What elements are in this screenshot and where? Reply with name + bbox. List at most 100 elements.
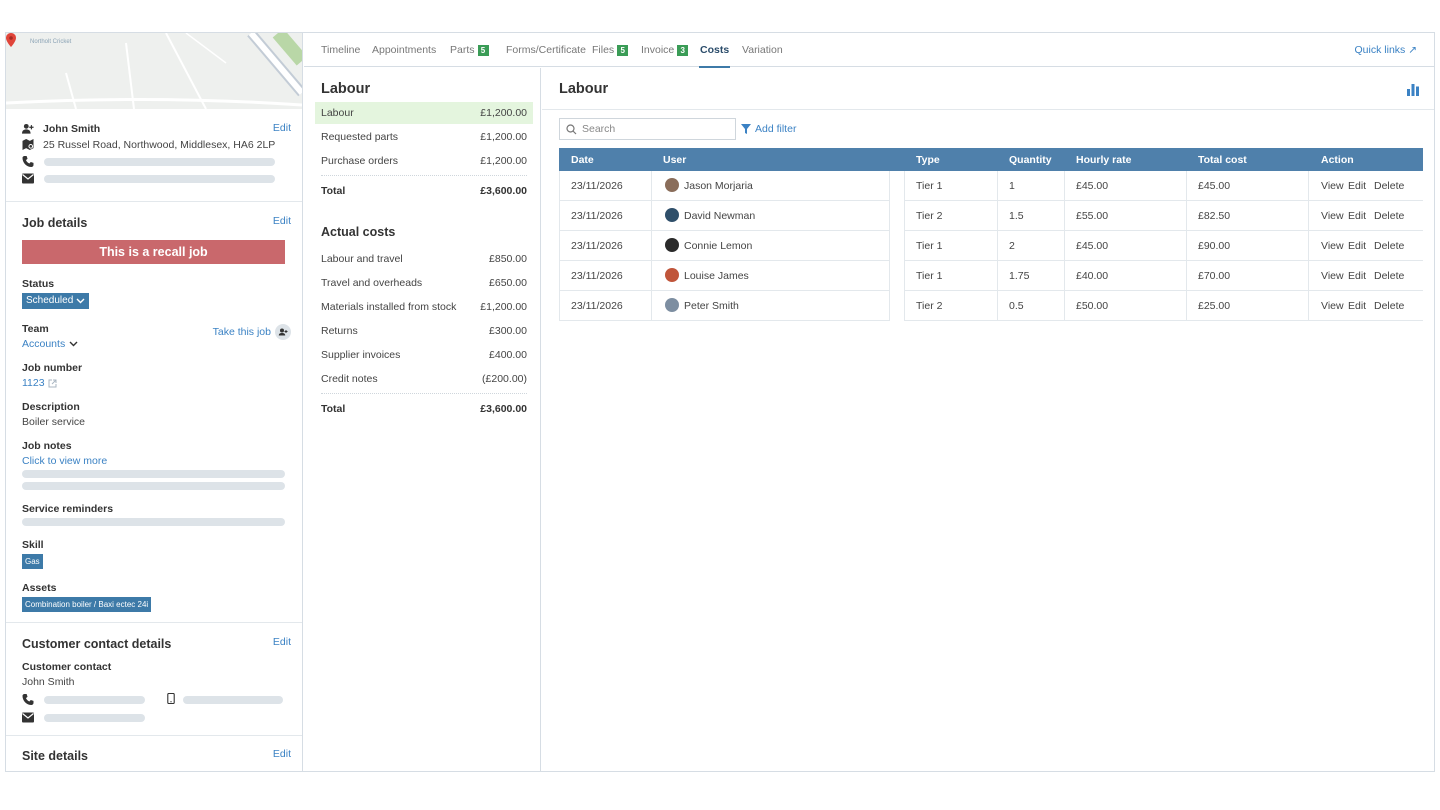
search-icon (566, 124, 577, 135)
email-placeholder (44, 175, 275, 183)
tab-label: Forms/Certificate (506, 44, 586, 56)
table-row[interactable]: 23/11/2026 Peter Smith Tier 2 0.5 £50.00… (559, 291, 1423, 321)
summary-row-requested-parts[interactable]: Requested parts £1,200.00 (315, 126, 533, 148)
external-link-icon (48, 379, 57, 387)
column-header-type[interactable]: Type (916, 154, 940, 166)
summary-row-value: £1,200.00 (480, 131, 527, 143)
site-details-section: Site details Edit (6, 735, 302, 771)
actual-total-value: £3,600.00 (480, 403, 527, 415)
avatar (665, 268, 679, 282)
phone-icon (22, 694, 34, 705)
tab-invoice[interactable]: Invoice 3 (641, 44, 689, 56)
asset-tag[interactable]: Combination boiler / Baxi ectec 24i (22, 597, 152, 612)
take-job-button[interactable]: Take this job (213, 324, 291, 340)
row-quantity: 1.5 (1009, 210, 1024, 222)
app-frame: Northolt Cricket John Smith Edit 25 Russ… (5, 32, 1435, 772)
quick-links-button[interactable]: Quick links ↗ (1355, 44, 1417, 56)
column-header-quantity[interactable]: Quantity (1009, 154, 1052, 166)
delete-link[interactable]: Delete (1374, 240, 1404, 252)
summary-row-labour[interactable]: Labour £1,200.00 (315, 102, 533, 124)
table-row[interactable]: 23/11/2026 Connie Lemon Tier 1 2 £45.00 … (559, 231, 1423, 261)
tab-label: Costs (700, 44, 730, 56)
tab-costs[interactable]: Costs (700, 44, 729, 56)
row-hourly-rate: £55.00 (1076, 210, 1109, 222)
take-job-label: Take this job (212, 326, 271, 338)
summary-row-purchase-orders[interactable]: Purchase orders £1,200.00 (315, 150, 533, 172)
view-link[interactable]: View (1321, 300, 1344, 312)
row-total-cost: £25.00 (1198, 300, 1231, 312)
customer-contact-edit-link[interactable]: Edit (273, 636, 291, 648)
delete-link[interactable]: Delete (1374, 300, 1404, 312)
contact-edit-link[interactable]: Edit (273, 122, 291, 134)
edit-link[interactable]: Edit (1348, 210, 1366, 222)
customer-contact-label: Customer contact (22, 661, 112, 673)
summary-row-label: Labour (321, 107, 354, 119)
view-link[interactable]: View (1321, 210, 1344, 222)
table-row[interactable]: 23/11/2026 David Newman Tier 2 1.5 £55.0… (559, 201, 1423, 231)
delete-link[interactable]: Delete (1374, 270, 1404, 282)
summary-total-value: £3,600.00 (480, 185, 527, 197)
map-pin-icon[interactable] (6, 33, 16, 47)
actual-row-label: Supplier invoices (321, 349, 401, 361)
divider (321, 393, 527, 394)
row-total-cost: £82.50 (1198, 210, 1231, 222)
actual-row[interactable]: Materials installed from stock £1,200.00 (315, 296, 533, 318)
customer-phone-placeholder (44, 696, 145, 704)
job-number-link[interactable]: 1123 (22, 377, 57, 389)
divider (321, 175, 527, 176)
summary-row-label: Requested parts (321, 131, 399, 143)
edit-link[interactable]: Edit (1348, 270, 1366, 282)
tab-timeline[interactable]: Timeline (321, 44, 360, 56)
actual-total-row: Total £3,600.00 (315, 398, 533, 420)
column-header-total-cost[interactable]: Total cost (1198, 154, 1247, 166)
chevron-down-icon (69, 341, 78, 347)
bar-chart-icon[interactable] (1406, 82, 1420, 96)
view-link[interactable]: View (1321, 270, 1344, 282)
map-place-label: Northolt Cricket (30, 39, 72, 45)
add-user-icon (22, 123, 34, 134)
phone-placeholder (44, 158, 275, 166)
tab-files[interactable]: Files 5 (592, 44, 629, 56)
delete-link[interactable]: Delete (1374, 210, 1404, 222)
actual-row[interactable]: Labour and travel £850.00 (315, 248, 533, 270)
tab-label: Files (592, 44, 615, 56)
table-row[interactable]: 23/11/2026 Jason Morjaria Tier 1 1 £45.0… (559, 171, 1423, 201)
job-sidebar: Northolt Cricket John Smith Edit 25 Russ… (6, 33, 303, 771)
status-dropdown[interactable]: Scheduled (22, 293, 90, 309)
team-dropdown[interactable]: Accounts (22, 338, 78, 350)
actual-row-label: Returns (321, 325, 358, 337)
tab-variation[interactable]: Variation (742, 44, 783, 56)
tab-parts[interactable]: Parts 5 (450, 44, 489, 56)
site-details-edit-link[interactable]: Edit (273, 748, 291, 760)
location-map[interactable]: Northolt Cricket (6, 33, 302, 109)
edit-link[interactable]: Edit (1348, 180, 1366, 192)
column-header-user[interactable]: User (663, 154, 686, 166)
view-link[interactable]: View (1321, 240, 1344, 252)
search-input[interactable]: Search (559, 118, 736, 140)
summary-row-value: £1,200.00 (480, 107, 527, 119)
column-header-date[interactable]: Date (571, 154, 594, 166)
actual-row[interactable]: Travel and overheads £650.00 (315, 272, 533, 294)
edit-link[interactable]: Edit (1348, 240, 1366, 252)
add-filter-button[interactable]: Add filter (741, 123, 796, 135)
tab-appointments[interactable]: Appointments (372, 44, 436, 56)
view-link[interactable]: View (1321, 180, 1344, 192)
actual-row-value: £650.00 (489, 277, 527, 289)
row-user: Louise James (684, 270, 749, 282)
actual-row-value: (£200.00) (482, 373, 527, 385)
service-reminders-label: Service reminders (22, 503, 114, 515)
contact-name: John Smith (43, 123, 101, 135)
tab-forms-certificate[interactable]: Forms/Certificate (506, 44, 586, 56)
actual-row[interactable]: Supplier invoices £400.00 (315, 344, 533, 366)
job-details-edit-link[interactable]: Edit (273, 215, 291, 227)
contact-section: John Smith Edit 25 Russel Road, Northwoo… (6, 109, 302, 201)
edit-link[interactable]: Edit (1348, 300, 1366, 312)
column-header-hourly-rate[interactable]: Hourly rate (1076, 154, 1131, 166)
actual-row[interactable]: Credit notes (£200.00) (315, 368, 533, 390)
table-row[interactable]: 23/11/2026 Louise James Tier 1 1.75 £40.… (559, 261, 1423, 291)
row-user: David Newman (684, 210, 756, 222)
delete-link[interactable]: Delete (1374, 180, 1404, 192)
job-notes-view-more[interactable]: Click to view more (22, 455, 107, 467)
actual-row-value: £400.00 (489, 349, 527, 361)
actual-row[interactable]: Returns £300.00 (315, 320, 533, 342)
